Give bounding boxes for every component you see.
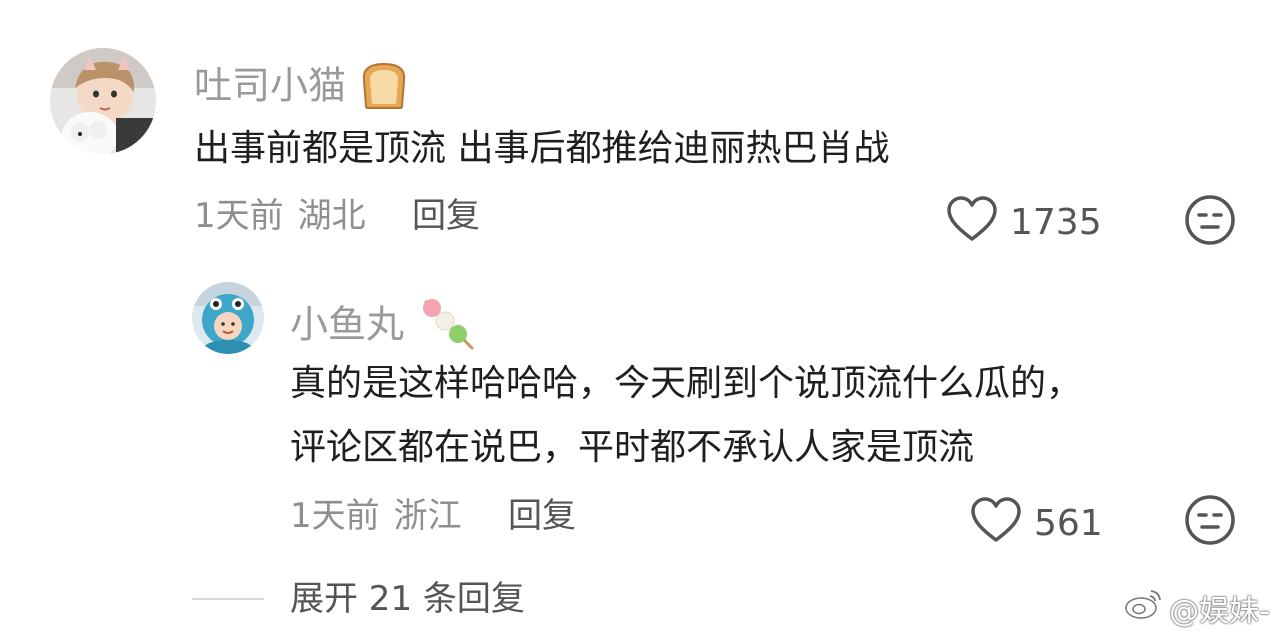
- comment-location: 湖北: [297, 196, 366, 236]
- heart-icon: [970, 497, 1022, 550]
- reply-avatar[interactable]: [192, 282, 264, 354]
- comment-meta: 1天前 湖北: [194, 199, 366, 233]
- expand-replies-button[interactable]: 展开 21 条回复: [192, 582, 525, 616]
- comment-text: 出事前都是顶流 出事后都推给迪丽热巴肖战: [194, 128, 890, 169]
- meh-face-icon: [1184, 195, 1236, 250]
- heart-icon: [946, 196, 998, 249]
- reply-username-text[interactable]: 小鱼丸: [290, 303, 404, 347]
- comment-time: 1天前: [194, 196, 284, 236]
- comment-reply-button[interactable]: 回复: [412, 199, 480, 233]
- comment-avatar[interactable]: [50, 48, 156, 154]
- comment-username-text[interactable]: 吐司小猫: [194, 64, 346, 108]
- bread-badge-icon: [358, 60, 410, 116]
- watermark-text: @娱妹-: [1169, 594, 1270, 629]
- reply-like-count: 561: [1034, 502, 1103, 544]
- dango-badge-icon: [416, 296, 476, 358]
- expand-replies-label: 展开 21 条回复: [290, 579, 525, 619]
- reply-like-button[interactable]: 561: [970, 497, 1103, 550]
- meh-face-icon: [1184, 495, 1236, 550]
- weibo-logo-icon: [1123, 587, 1163, 629]
- reply-reply-button[interactable]: 回复: [508, 499, 576, 533]
- reply-meta: 1天前 浙江: [290, 499, 462, 533]
- reply-text-line1: 真的是这样哈哈哈，今天刷到个说顶流什么瓜的，: [290, 363, 1083, 404]
- expand-divider: [192, 598, 264, 600]
- comment-reaction-button[interactable]: [1184, 194, 1236, 250]
- reply-time: 1天前: [290, 496, 380, 536]
- comment-like-count: 1735: [1010, 201, 1102, 243]
- reply-username[interactable]: 小鱼丸: [290, 296, 476, 358]
- reply-location: 浙江: [393, 496, 462, 536]
- comment-like-button[interactable]: 1735: [946, 196, 1102, 249]
- comment-username[interactable]: 吐司小猫: [194, 60, 410, 116]
- watermark: @娱妹-: [1123, 586, 1270, 630]
- reply-reaction-button[interactable]: [1184, 494, 1236, 550]
- reply-text-line2: 评论区都在说巴，平时都不承认人家是顶流: [290, 427, 975, 468]
